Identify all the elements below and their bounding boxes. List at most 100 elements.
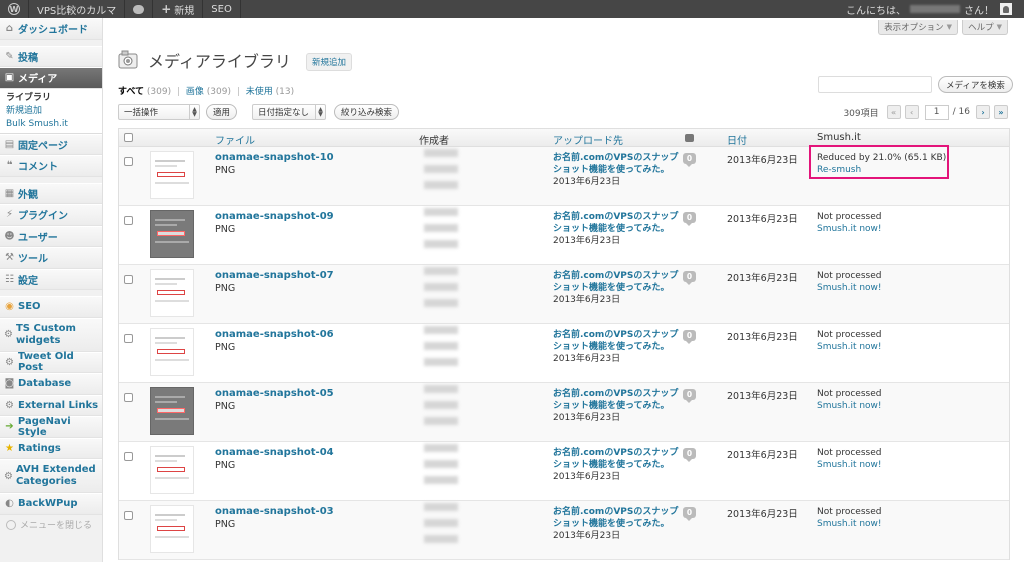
- sidebar-item-dashboard[interactable]: ⌂ ダッシュボード: [0, 18, 102, 40]
- row-checkbox[interactable]: [124, 393, 133, 402]
- search-media-button[interactable]: メディアを検索: [938, 76, 1013, 93]
- row-checkbox[interactable]: [124, 216, 133, 225]
- attached-post-link[interactable]: お名前.comのVPSのスナップショット機能を使ってみた。: [553, 329, 681, 353]
- smush-action-link[interactable]: Smush.it now!: [817, 282, 882, 294]
- new-content-menu[interactable]: + 新規: [153, 0, 202, 18]
- media-thumbnail[interactable]: [150, 269, 194, 317]
- sidebar-item-media[interactable]: ▣ メディア: [0, 67, 102, 89]
- media-thumbnail[interactable]: [150, 328, 194, 376]
- sidebar-item-pagenavi-style[interactable]: ➔ PageNavi Style: [0, 416, 102, 438]
- media-thumbnail[interactable]: [150, 387, 194, 435]
- smush-action-link[interactable]: Smush.it now!: [817, 400, 882, 412]
- comment-count-bubble[interactable]: 0: [683, 153, 696, 167]
- prev-page-button[interactable]: ‹: [904, 105, 919, 119]
- site-name-link[interactable]: VPS比較のカルマ: [29, 0, 124, 18]
- add-new-media-button[interactable]: 新規追加: [306, 53, 353, 71]
- attached-post-link[interactable]: お名前.comのVPSのスナップショット機能を使ってみた。: [553, 447, 681, 471]
- filter-all[interactable]: すべて: [118, 87, 144, 97]
- smush-status: Not processed Smush.it now!: [817, 447, 882, 471]
- media-thumbnail[interactable]: [150, 505, 194, 553]
- media-submenu: ライブラリ 新規追加 Bulk Smush.it: [0, 88, 102, 134]
- file-name-link[interactable]: onamae-snapshot-06: [215, 329, 334, 340]
- sidebar-item-database[interactable]: ◙ Database: [0, 373, 102, 395]
- column-uploaded-to[interactable]: アップロード先: [553, 132, 623, 147]
- help-button[interactable]: ヘルプ ▼: [962, 20, 1008, 35]
- attached-post-link[interactable]: お名前.comのVPSのスナップショット機能を使ってみた。: [553, 270, 681, 294]
- file-name-link[interactable]: onamae-snapshot-07: [215, 270, 334, 281]
- sidebar-item-users[interactable]: ☻ ユーザー: [0, 225, 102, 247]
- comments-column-icon[interactable]: [685, 134, 694, 142]
- filter-image[interactable]: 画像: [186, 87, 204, 97]
- file-type: PNG: [215, 165, 236, 176]
- select-all-checkbox[interactable]: [124, 133, 133, 142]
- sidebar-item-plugins[interactable]: ⚡ プラグイン: [0, 204, 102, 226]
- comment-count-bubble[interactable]: 0: [683, 212, 696, 226]
- next-page-button[interactable]: ›: [976, 105, 990, 119]
- file-name-link[interactable]: onamae-snapshot-04: [215, 447, 334, 458]
- sidebar-item-comments[interactable]: ❝ コメント: [0, 155, 102, 177]
- comment-count-bubble[interactable]: 0: [683, 448, 696, 462]
- row-checkbox[interactable]: [124, 157, 133, 166]
- file-name-link[interactable]: onamae-snapshot-05: [215, 388, 334, 399]
- row-checkbox[interactable]: [124, 334, 133, 343]
- date-filter-select[interactable]: 日付指定なし ▲ ▼: [252, 104, 326, 120]
- smush-action-link[interactable]: Smush.it now!: [817, 341, 882, 353]
- sidebar-item-settings[interactable]: ☷ 設定: [0, 268, 102, 290]
- media-thumbnail[interactable]: [150, 151, 194, 199]
- dropdown-arrow-icon: ▼: [996, 23, 1002, 31]
- comment-count-bubble[interactable]: 0: [683, 389, 696, 403]
- file-type: PNG: [215, 283, 236, 294]
- table-row: onamae-snapshot-06 PNG お名前.comのVPSのスナップショッ…: [119, 324, 1009, 383]
- seo-menu[interactable]: SEO: [203, 0, 240, 18]
- comment-count-bubble[interactable]: 0: [683, 330, 696, 344]
- smush-action-link[interactable]: Smush.it now!: [817, 459, 882, 471]
- filter-unused[interactable]: 未使用: [246, 87, 273, 97]
- sidebar-item-tweet-old-post[interactable]: ⚙ Tweet Old Post: [0, 351, 102, 373]
- admin-bar: W VPS比較のカルマ + 新規 SEO こんにちは、 さん！: [0, 0, 1024, 18]
- attached-post-link[interactable]: お名前.comのVPSのスナップショット機能を使ってみた。: [553, 152, 681, 176]
- last-page-button[interactable]: »: [994, 105, 1008, 119]
- sidebar-item-posts[interactable]: ✎ 投稿: [0, 45, 102, 67]
- media-thumbnail[interactable]: [150, 210, 194, 258]
- file-name-link[interactable]: onamae-snapshot-03: [215, 506, 334, 517]
- smush-action-link[interactable]: Smush.it now!: [817, 223, 882, 235]
- submenu-bulk-smush[interactable]: Bulk Smush.it: [6, 118, 102, 131]
- media-thumbnail[interactable]: [150, 446, 194, 494]
- file-name-link[interactable]: onamae-snapshot-09: [215, 211, 334, 222]
- sidebar-item-avh-extended-categories[interactable]: ⚙ AVH Extended Categories: [0, 459, 102, 493]
- attached-post-link[interactable]: お名前.comのVPSのスナップショット機能を使ってみた。: [553, 388, 681, 412]
- comment-count-bubble[interactable]: 0: [683, 507, 696, 521]
- apply-button[interactable]: 適用: [206, 104, 238, 120]
- bulk-action-select[interactable]: 一括操作 ▲ ▼: [118, 104, 200, 120]
- sidebar-item-pages[interactable]: ▤ 固定ページ: [0, 133, 102, 155]
- sidebar-item-external-links[interactable]: ⚙ External Links: [0, 394, 102, 416]
- file-name-link[interactable]: onamae-snapshot-10: [215, 152, 334, 163]
- collapse-menu-button[interactable]: メニューを閉じる: [0, 515, 102, 535]
- sidebar-item-tools[interactable]: ⚒ ツール: [0, 247, 102, 269]
- row-checkbox[interactable]: [124, 511, 133, 520]
- row-checkbox[interactable]: [124, 275, 133, 284]
- media-search-input[interactable]: [818, 76, 932, 93]
- sidebar-item-backwpup[interactable]: ◐ BackWPup: [0, 493, 102, 515]
- sidebar-item-appearance[interactable]: ▦ 外観: [0, 182, 102, 204]
- attached-post-link[interactable]: お名前.comのVPSのスナップショット機能を使ってみた。: [553, 506, 681, 530]
- filter-submit-button[interactable]: 絞り込み検索: [334, 104, 400, 120]
- smush-action-link[interactable]: Smush.it now!: [817, 518, 882, 530]
- submenu-add-new[interactable]: 新規追加: [6, 105, 102, 118]
- column-file[interactable]: ファイル: [215, 132, 255, 147]
- sidebar-item-ratings[interactable]: ★ Ratings: [0, 437, 102, 459]
- first-page-button[interactable]: «: [886, 105, 901, 119]
- uploaded-to: お名前.comのVPSのスナップショット機能を使ってみた。 2013年6月23日: [553, 270, 681, 306]
- submenu-library[interactable]: ライブラリ: [6, 92, 102, 105]
- my-account-menu[interactable]: こんにちは、 さん！: [838, 0, 1024, 18]
- wordpress-menu[interactable]: W: [0, 0, 28, 18]
- sidebar-item-seo[interactable]: ◉ SEO: [0, 296, 102, 318]
- current-page-input[interactable]: 1: [924, 104, 949, 120]
- comments-menu[interactable]: [125, 0, 152, 18]
- sidebar-item-ts-custom-widgets[interactable]: ⚙ TS Custom widgets: [0, 317, 102, 352]
- column-date[interactable]: 日付: [727, 132, 747, 147]
- attached-post-link[interactable]: お名前.comのVPSのスナップショット機能を使ってみた。: [553, 211, 681, 235]
- comment-count-bubble[interactable]: 0: [683, 271, 696, 285]
- screen-options-button[interactable]: 表示オプション ▼: [878, 20, 958, 35]
- row-checkbox[interactable]: [124, 452, 133, 461]
